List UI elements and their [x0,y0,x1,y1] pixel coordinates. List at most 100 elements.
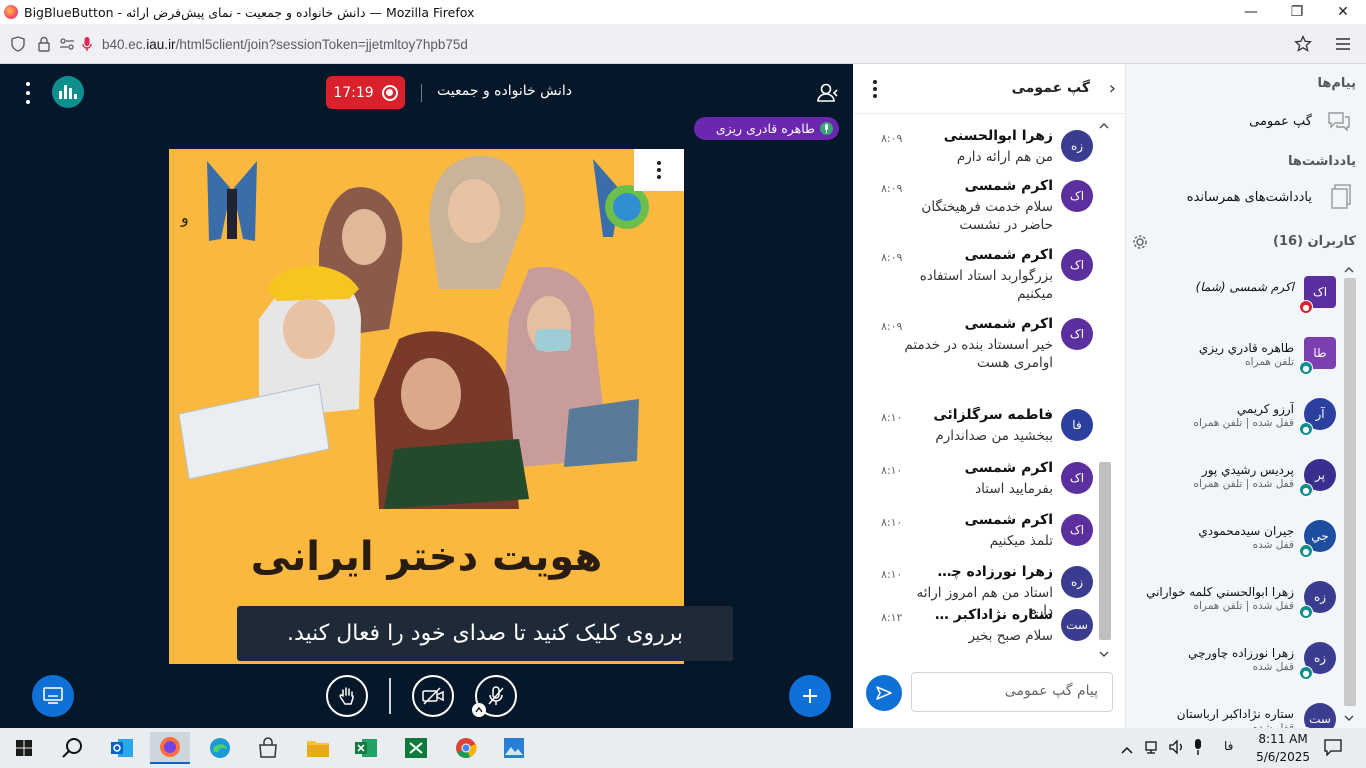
shared-notes-item[interactable]: یادداشت‌های همرسانده [1132,184,1352,214]
bookmark-star-icon[interactable] [1292,34,1314,54]
firefox-taskbar-icon[interactable] [150,732,190,764]
user-list-item[interactable]: پر ● پرديس رشيدي پور قفل شده | تلفن همراه [1126,457,1366,513]
restore-button[interactable]: ❐ [1274,0,1320,24]
notifications-icon[interactable] [1324,738,1342,757]
microphone-status-icon: ● [1299,483,1313,497]
avatar[interactable]: اک [1061,180,1093,212]
actions-plus-button[interactable] [789,675,831,717]
send-message-button[interactable] [866,675,902,711]
chat-scrollbar[interactable] [1097,120,1111,660]
talking-indicator[interactable]: طاهره قادری ریزی [694,117,839,140]
avatar[interactable]: اک [1061,514,1093,546]
connection-status-button[interactable] [52,76,84,108]
presentation-slide[interactable]: و هویت دختر ایرانی [169,149,684,664]
user-list-item[interactable]: اک ● اکرم شمسی (شما) [1126,274,1366,330]
lock-icon[interactable] [32,36,56,52]
message-time: ۸:۱۰ [881,568,903,581]
users-scrollbar[interactable] [1342,264,1356,724]
outlook-icon[interactable] [102,732,142,764]
chat-title: گپ عمومی [1011,80,1090,96]
chat-message: فا فاطمه سرگلزائی ۸:۱۰ ببخشید من صداندارم [855,407,1093,453]
message-text: تلمذ میکنیم [989,533,1053,549]
audio-options-chevron-icon[interactable] [472,703,486,717]
avatar[interactable]: زه [1061,566,1093,598]
chat-message-input[interactable]: پیام گپ عمومی [911,672,1113,712]
minimize-button[interactable]: — [1228,0,1274,24]
message-time: ۸:۱۲ [881,611,903,624]
microphone-status-icon: ● [1299,544,1313,558]
user-list-item[interactable]: زه ● زهرا نورزاده چاورچي قفل شده [1126,640,1366,696]
avatar[interactable]: زه [1061,130,1093,162]
message-text: ببخشید من صداندارم [935,428,1053,444]
microphone-status-icon: ● [1299,666,1313,680]
store-bag-icon[interactable] [248,732,288,764]
meeting-title: دانش خانواده و جمعیت [437,83,572,99]
user-list-panel: پیام‌ها گپ عمومی یادداشت‌ها یادداشت‌های … [1126,64,1366,741]
search-icon[interactable] [52,732,92,764]
talker-name: طاهره قادری ریزی [715,121,815,136]
chat-message: اک اکرم شمسی ۸:۰۹ سلام خدمت فرهیختگان حاضر … [855,178,1093,242]
close-window-button[interactable]: ✕ [1320,0,1366,24]
user-status: قفل شده | تلفن همراه [1193,417,1294,429]
toast-text: برروی کلیک کنید تا صدای خود را فعال کنید… [286,621,684,646]
clock-date: 5/6/2025 [1256,750,1310,764]
public-chat-item[interactable]: گپ عمومی [1132,112,1352,140]
chat-options-button[interactable] [873,80,877,98]
windows-start-icon[interactable] [4,732,44,764]
options-menu-button[interactable] [18,82,38,104]
edge-icon[interactable] [200,732,240,764]
avatar[interactable]: فا [1061,409,1093,441]
user-list-item[interactable]: آر ● آرزو کريمي قفل شده | تلفن همراه [1126,396,1366,452]
file-explorer-icon[interactable] [298,732,338,764]
recording-indicator[interactable]: 17:19 [326,76,405,109]
message-sender: زهرا نورزاده چاورچی [933,564,1053,580]
permissions-icon[interactable] [56,37,78,51]
photos-icon[interactable] [494,732,534,764]
avatar[interactable]: اک [1061,318,1093,350]
user-list-toggle-icon[interactable] [812,81,840,105]
excel-icon[interactable] [346,732,386,764]
taskbar-microphone-icon[interactable] [1192,738,1206,756]
clock[interactable]: 8:11 AM 5/6/2025 [1256,730,1310,766]
presentation-options-button[interactable] [634,149,684,191]
camera-toggle-button[interactable] [412,675,454,717]
chat-bubbles-icon [1328,112,1350,132]
avatar[interactable]: ست [1061,609,1093,641]
presentation-icon [43,687,63,704]
shield-icon[interactable] [4,36,32,52]
chat-messages: زه زهرا ابوالحسنی ۸:۰۹ من هم ارائه دارم اک اک… [853,120,1097,660]
user-list-item[interactable]: زه ● زهرا ابوالحسني کلمه خواراني قفل شده | … [1126,579,1366,635]
presentation-toggle-button[interactable] [32,675,74,717]
record-icon [381,84,398,101]
network-icon[interactable] [1144,738,1162,756]
chat-message: اک اکرم شمسی ۸:۰۹ خیر اسستاد بنده در خدمتم … [855,316,1093,402]
menu-hamburger-icon[interactable] [1332,34,1354,54]
avatar[interactable]: اک [1061,462,1093,494]
chat-panel: گپ عمومی › زه زهرا ابوالحسنی ۸:۰۹ من هم ارا… [853,64,1126,728]
tray-chevron-up-icon[interactable] [1120,740,1136,756]
raise-hand-button[interactable] [326,675,368,717]
user-list-item[interactable]: طا ● طاهره قادري ريزي تلفن همراه [1126,335,1366,391]
chrome-icon[interactable] [446,732,486,764]
presentation-area: 17:19 دانش خانواده و جمعیت طاهره قادری ر… [0,64,853,728]
input-language-indicator[interactable]: فا [1224,739,1233,753]
gear-icon[interactable] [1132,234,1148,250]
excel-app-icon[interactable] [396,732,436,764]
message-time: ۸:۰۹ [881,132,903,145]
url-text[interactable]: b40.ec.iau.ir/html5client/join?sessionTo… [102,37,468,52]
user-name: اکرم شمسی (شما) [1195,280,1294,294]
microphone-in-use-icon[interactable] [78,36,96,52]
chat-message: ست ستاره نژاداکبر اریاستان ۸:۱۲ سلام صبح بخ… [855,607,1093,649]
public-chat-label: گپ عمومی [1249,114,1312,129]
message-text: سلام خدمت فرهیختگان حاضر در نشست [921,199,1053,233]
avatar[interactable]: اک [1061,249,1093,281]
user-status: قفل شده | تلفن همراه [1193,478,1294,490]
chat-header: گپ عمومی › [853,64,1126,114]
user-status: قفل شده | تلفن همراه [1193,600,1294,612]
shared-notes-label: یادداشت‌های همرسانده [1186,190,1312,205]
user-list-item[interactable]: جي ● جيران سيدمحمودي قفل شده [1126,518,1366,574]
microphone-status-icon: ● [1299,605,1313,619]
chevron-right-icon[interactable]: › [1109,78,1116,99]
address-bar[interactable]: b40.ec.iau.ir/html5client/join?sessionTo… [4,28,1328,60]
volume-icon[interactable] [1168,738,1186,756]
